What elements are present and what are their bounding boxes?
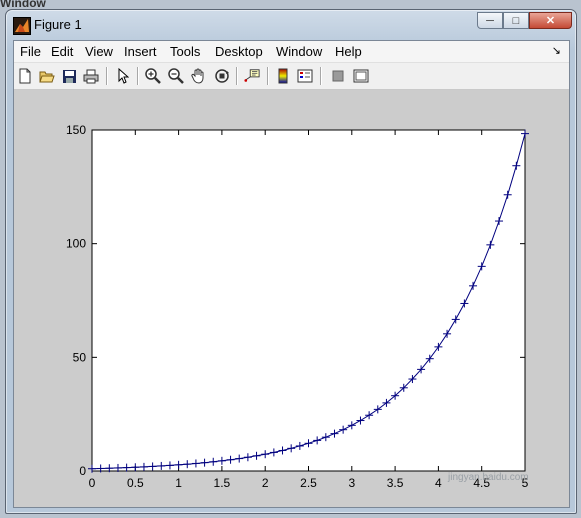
- toolbar-separator: [106, 67, 108, 85]
- toolbar-separator: [236, 67, 238, 85]
- axes-box[interactable]: [91, 129, 526, 472]
- menu-window[interactable]: Window: [276, 44, 322, 59]
- x-tick-label: 3: [348, 476, 355, 490]
- y-tick-label: 150: [66, 123, 86, 137]
- menu-overflow-arrow-icon[interactable]: ↘: [552, 44, 561, 57]
- title-bar[interactable]: Figure 1 ─ □ ✕: [6, 10, 576, 40]
- figure-window: Figure 1 ─ □ ✕ File Edit View Insert Too…: [5, 9, 577, 514]
- window-controls: ─ □ ✕: [477, 12, 572, 29]
- menu-desktop[interactable]: Desktop: [215, 44, 263, 59]
- print-icon[interactable]: [83, 68, 99, 84]
- watermark-text: jingyan.baidu.com: [448, 472, 529, 483]
- insert-legend-icon[interactable]: [297, 68, 313, 84]
- x-tick-label: 4: [435, 476, 442, 490]
- minimize-button[interactable]: ─: [477, 12, 503, 29]
- x-tick-label: 2.5: [300, 476, 317, 490]
- insert-colorbar-icon[interactable]: [275, 68, 291, 84]
- menu-tools[interactable]: Tools: [170, 44, 200, 59]
- x-tick-label: 1: [175, 476, 182, 490]
- x-tick-label: 3.5: [387, 476, 404, 490]
- y-tick-label: 50: [73, 350, 87, 364]
- data-cursor-icon[interactable]: [244, 68, 260, 84]
- window-title: Figure 1: [34, 17, 82, 32]
- y-tick-label: 0: [79, 464, 86, 478]
- figure-client-area: File Edit View Insert Tools Desktop Wind…: [13, 40, 570, 508]
- x-tick-label: 0.5: [127, 476, 144, 490]
- zoom-in-icon[interactable]: [145, 68, 161, 84]
- edit-plot-arrow-icon[interactable]: [115, 68, 131, 84]
- menu-help[interactable]: Help: [335, 44, 362, 59]
- plot-area: 0 0.5 1 1.5 2 2.5 3 3.5 4 4.5 5 0 50 100 150: [14, 90, 569, 507]
- menu-file[interactable]: File: [20, 44, 41, 59]
- show-plot-tools-icon[interactable]: [353, 68, 369, 84]
- matlab-figure-icon: [13, 17, 31, 35]
- x-tick-label: 0: [89, 476, 96, 490]
- menu-view[interactable]: View: [85, 44, 113, 59]
- line-chart[interactable]: 0 0.5 1 1.5 2 2.5 3 3.5 4 4.5 5050100150: [14, 90, 569, 507]
- toolbar-separator: [320, 67, 322, 85]
- y-tick-label: 100: [66, 237, 86, 251]
- rotate-3d-icon[interactable]: [214, 68, 230, 84]
- pan-hand-icon[interactable]: [191, 68, 207, 84]
- x-tick-label: 1.5: [214, 476, 231, 490]
- menu-edit[interactable]: Edit: [51, 44, 73, 59]
- menu-insert[interactable]: Insert: [124, 44, 157, 59]
- maximize-button[interactable]: □: [503, 12, 529, 29]
- close-button[interactable]: ✕: [529, 12, 572, 29]
- hide-plot-tools-icon[interactable]: [330, 68, 346, 84]
- new-figure-icon[interactable]: [17, 68, 33, 84]
- save-icon[interactable]: [61, 68, 77, 84]
- menu-bar: File Edit View Insert Tools Desktop Wind…: [14, 41, 569, 63]
- toolbar: [14, 63, 569, 90]
- x-tick-label: 2: [262, 476, 269, 490]
- open-file-icon[interactable]: [39, 68, 55, 84]
- toolbar-separator: [137, 67, 139, 85]
- toolbar-separator: [267, 67, 269, 85]
- zoom-out-icon[interactable]: [168, 68, 184, 84]
